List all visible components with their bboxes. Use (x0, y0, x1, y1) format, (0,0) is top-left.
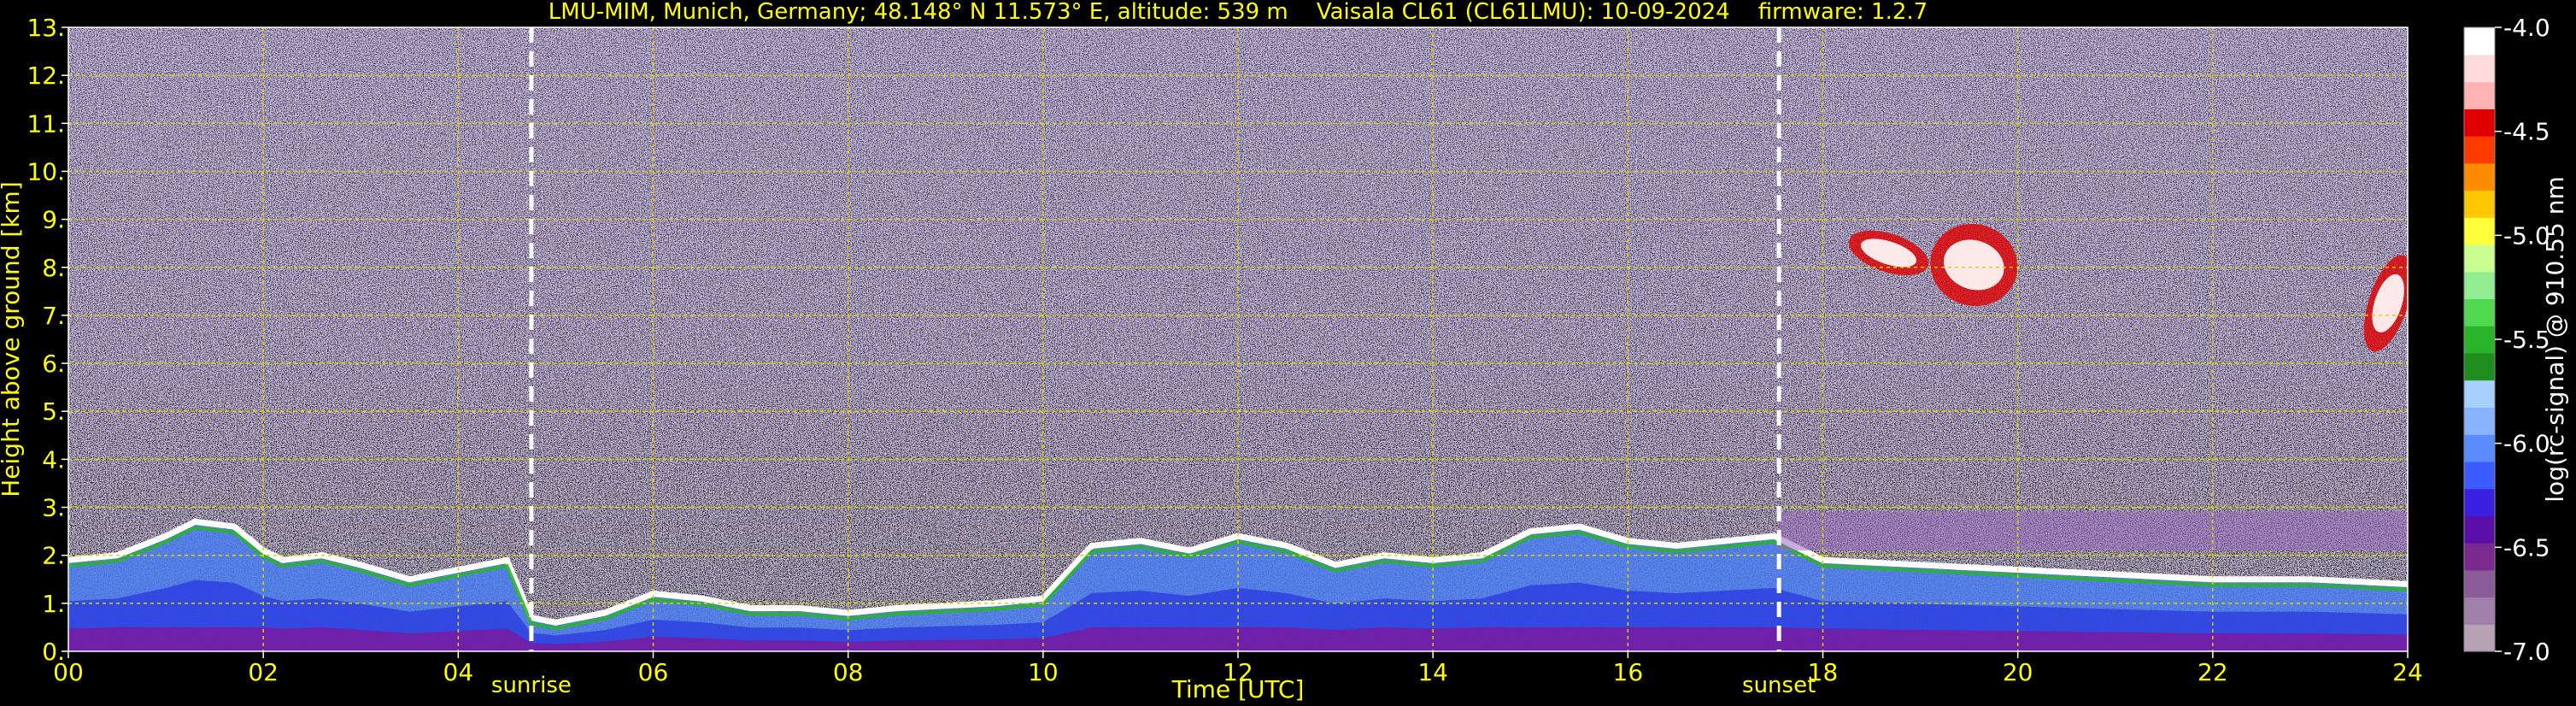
y-tick-label: 3. (42, 494, 65, 522)
colorbar-swatch (2464, 379, 2495, 408)
colorbar-swatch (2464, 515, 2495, 544)
y-tick-label: 10. (26, 157, 65, 185)
colorbar-swatch (2464, 162, 2495, 191)
colorbar-swatch (2464, 352, 2495, 381)
y-tick-label: 11. (26, 109, 65, 138)
colorbar-swatch (2464, 81, 2495, 109)
y-tick-label: 4. (42, 445, 65, 474)
x-tick-label: 14 (1417, 658, 1448, 686)
colorbar-swatch (2464, 624, 2495, 652)
y-tick-label: 12. (26, 62, 65, 90)
colorbar-tick-label: -4.0 (2503, 14, 2550, 42)
y-tick-label: 9. (42, 206, 65, 234)
colorbar-swatch (2464, 190, 2495, 218)
night-aerosol-layer (1779, 512, 2408, 551)
colorbar-swatch (2464, 543, 2495, 571)
colorbar-swatch (2464, 326, 2495, 354)
y-tick-label: 1. (42, 590, 65, 618)
x-tick-label: 08 (833, 658, 864, 686)
y-tick-label: 5. (42, 397, 65, 426)
colorbar-swatch (2464, 271, 2495, 299)
colorbar: -7.0-6.5-6.0-5.5-5.0-4.5-4.0 log(rc-sign… (2463, 14, 2569, 666)
y-axis-label: Height above ground [km] (0, 181, 25, 497)
sunrise-label: sunrise (491, 673, 572, 698)
colorbar-tick-label: -6.5 (2503, 533, 2550, 562)
x-tick-label: 20 (2003, 658, 2033, 686)
colorbar-swatch (2464, 597, 2495, 625)
colorbar-label: log(rc-signal) @ 910.55 nm (2541, 176, 2569, 502)
colorbar-swatch (2464, 135, 2495, 164)
colorbar-swatch (2464, 244, 2495, 273)
y-tick-label: 0. (42, 638, 65, 666)
sunset-label: sunset (1742, 673, 1816, 698)
x-tick-label: 02 (248, 658, 279, 686)
colorbar-swatch (2464, 27, 2495, 56)
x-axis-label: Time [UTC] (1171, 675, 1305, 703)
x-tick-label: 10 (1028, 658, 1059, 686)
colorbar-tick-label: -4.5 (2503, 118, 2550, 146)
ceilometer-chart: LMU-MIM, Munich, Germany; 48.148° N 11.5… (0, 0, 2569, 703)
colorbar-swatch (2464, 54, 2495, 83)
y-tick-label: 2. (42, 542, 65, 570)
colorbar-swatch (2464, 434, 2495, 462)
y-tick-label: 7. (42, 302, 65, 330)
colorbar-swatch (2464, 407, 2495, 435)
colorbar-swatch (2464, 461, 2495, 490)
colorbar-tick-label: -7.0 (2503, 638, 2550, 666)
colorbar-swatch (2464, 298, 2495, 327)
colorbar-swatch (2464, 488, 2495, 516)
y-tick-label: 6. (42, 350, 65, 378)
colorbar-swatch (2464, 569, 2495, 598)
chart-title: LMU-MIM, Munich, Germany; 48.148° N 11.5… (549, 0, 1928, 25)
x-tick-label: 16 (1613, 658, 1644, 686)
x-tick-label: 06 (638, 658, 669, 686)
colorbar-swatch (2464, 109, 2495, 137)
x-tick-label: 22 (2198, 658, 2228, 686)
x-tick-label: 24 (2392, 658, 2423, 686)
plot-area (68, 27, 2408, 651)
y-tick-label: 8. (42, 254, 65, 282)
x-tick-label: 04 (443, 658, 474, 686)
y-tick-label: 13. (26, 14, 65, 42)
colorbar-swatch (2464, 217, 2495, 245)
